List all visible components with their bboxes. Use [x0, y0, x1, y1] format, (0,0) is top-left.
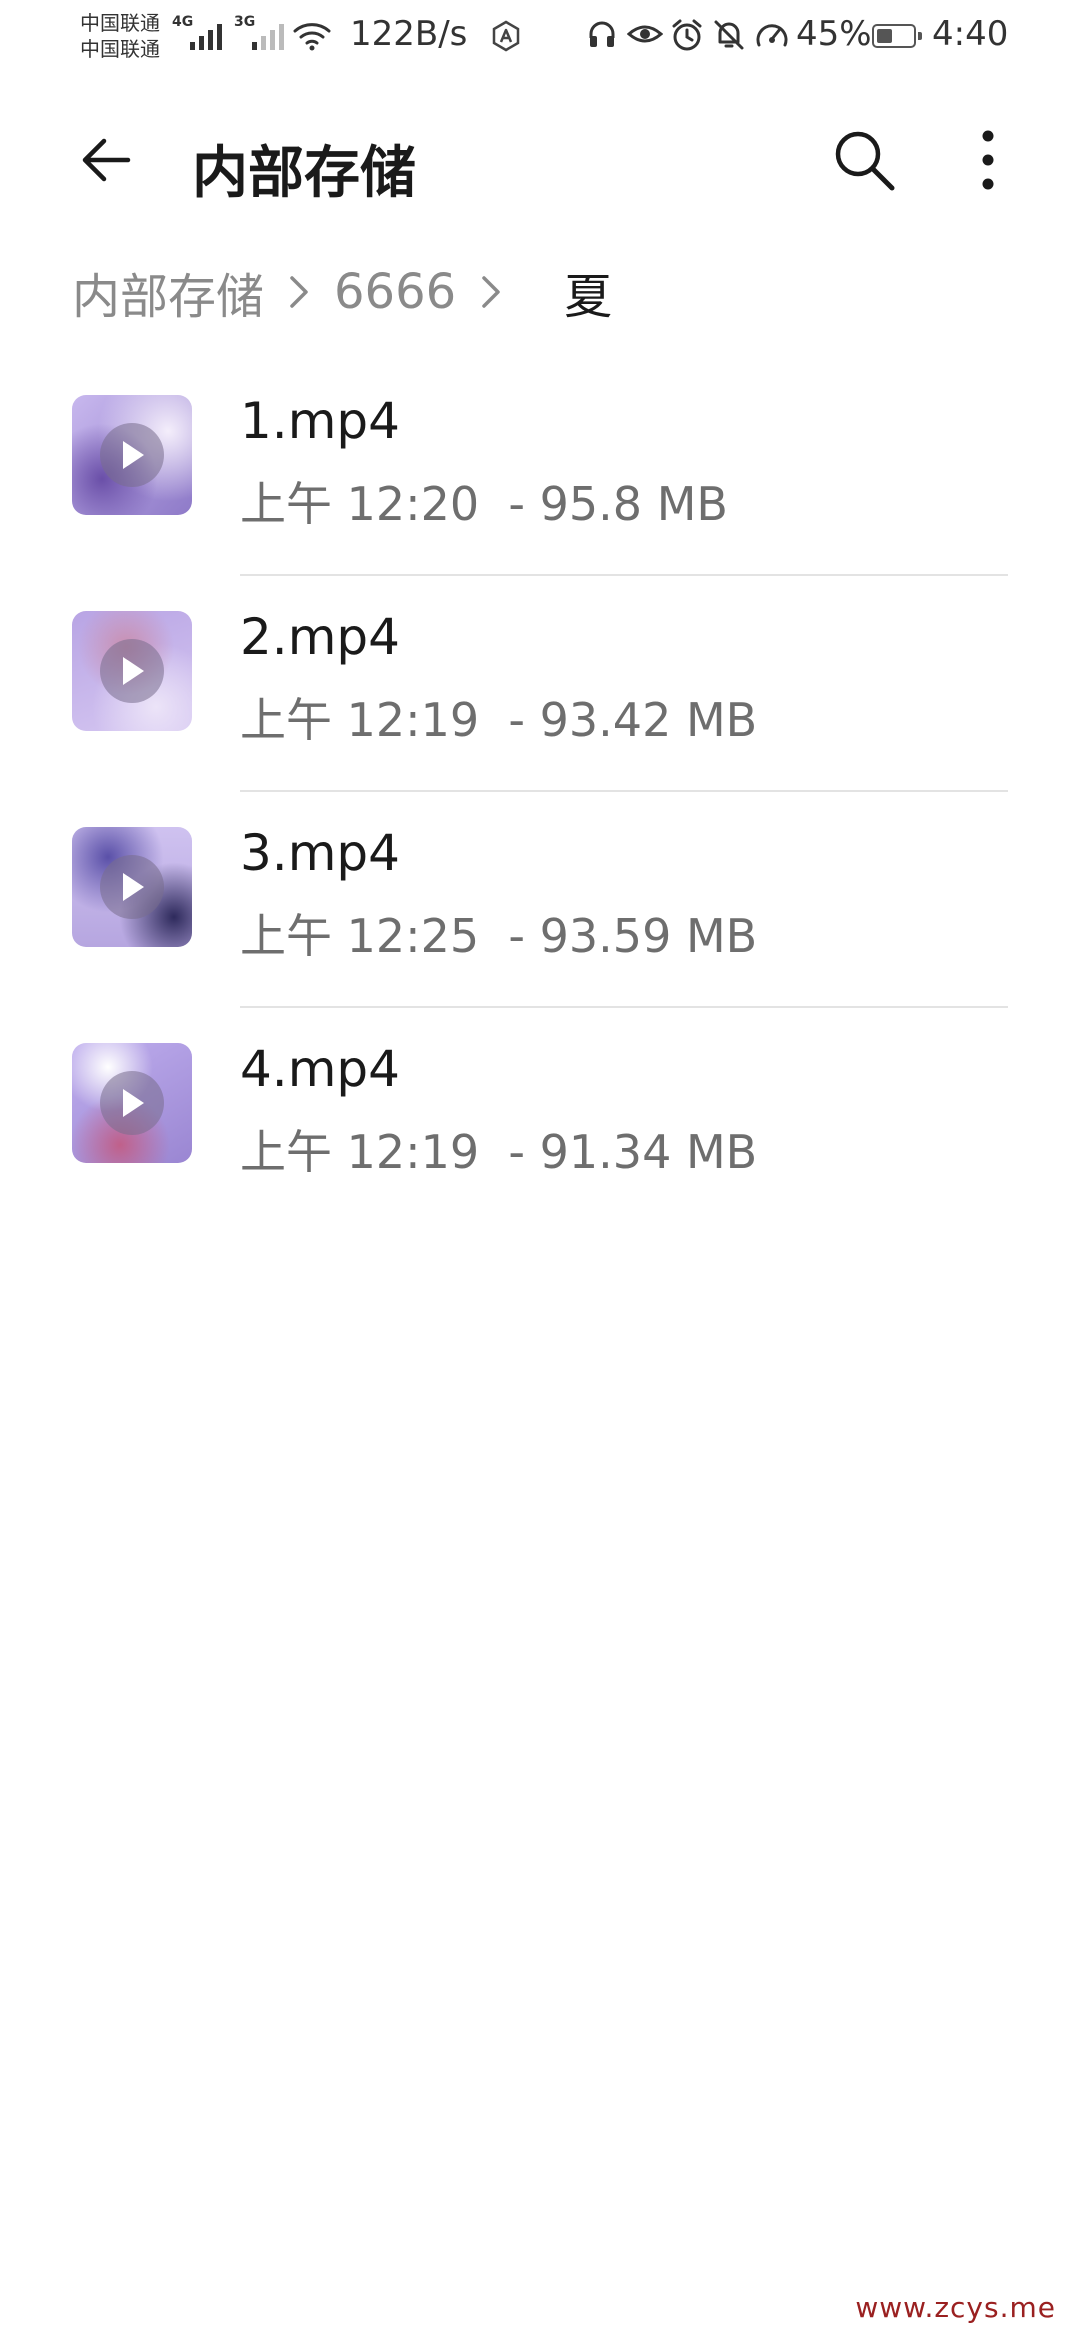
file-meta: 上午 12:25 - 93.59 MB	[240, 909, 758, 963]
chevron-right-icon	[480, 272, 502, 312]
battery-icon	[872, 24, 922, 48]
carrier-2: 中国联通	[80, 37, 160, 61]
file-name: 2.mp4	[240, 608, 400, 666]
alarm-icon	[672, 19, 702, 51]
speed-icon	[756, 24, 788, 47]
file-list: 1.mp4 上午 12:20 - 95.8 MB 2.mp4 上午 12:19 …	[0, 360, 1080, 1224]
carrier-1: 中国联通	[80, 11, 160, 35]
play-icon	[100, 639, 164, 703]
file-meta: 上午 12:19 - 93.42 MB	[240, 693, 758, 747]
chevron-right-icon	[288, 272, 310, 312]
play-icon	[100, 1071, 164, 1135]
breadcrumb-current: 夏	[564, 269, 613, 325]
breadcrumb-item-6666[interactable]: 6666	[334, 264, 456, 320]
file-name: 1.mp4	[240, 392, 400, 450]
headphones-icon	[589, 21, 615, 47]
nfc-icon	[492, 20, 520, 52]
file-name: 4.mp4	[240, 1040, 400, 1098]
file-name: 3.mp4	[240, 824, 400, 882]
file-row[interactable]: 3.mp4 上午 12:25 - 93.59 MB	[0, 792, 1080, 1008]
search-icon	[835, 131, 895, 191]
battery-percent: 45%	[796, 14, 872, 54]
arrow-left-icon	[82, 138, 131, 182]
search-button[interactable]	[824, 120, 904, 200]
video-thumbnail	[72, 827, 192, 947]
file-row[interactable]: 2.mp4 上午 12:19 - 93.42 MB	[0, 576, 1080, 792]
status-bar: 中国联通 中国联通 4G 3G 122B/s 45% 4:40	[0, 0, 1080, 72]
network-speed: 122B/s	[350, 14, 468, 54]
file-row[interactable]: 1.mp4 上午 12:20 - 95.8 MB	[0, 360, 1080, 576]
title-bar: 内部存储	[0, 110, 1080, 210]
file-meta: 上午 12:20 - 95.8 MB	[240, 477, 728, 531]
play-icon	[100, 423, 164, 487]
more-options-button[interactable]	[948, 120, 1028, 200]
video-thumbnail	[72, 611, 192, 731]
watermark: www.zcys.me	[855, 2291, 1056, 2324]
carrier-labels: 中国联通 中国联通	[80, 10, 160, 62]
back-button[interactable]	[66, 120, 146, 200]
video-thumbnail	[72, 395, 192, 515]
eye-icon	[627, 25, 663, 43]
breadcrumb-item-internal-storage[interactable]: 内部存储	[72, 257, 264, 327]
clock: 4:40	[932, 14, 1009, 54]
more-vertical-icon	[982, 130, 994, 190]
battery-fill	[877, 29, 892, 43]
wifi-icon	[293, 23, 331, 51]
mute-bell-icon	[714, 20, 744, 50]
file-row[interactable]: 4.mp4 上午 12:19 - 91.34 MB	[0, 1008, 1080, 1224]
play-icon	[100, 855, 164, 919]
video-thumbnail	[72, 1043, 192, 1163]
file-meta: 上午 12:19 - 91.34 MB	[240, 1125, 758, 1179]
breadcrumb: 内部存储 6666 夏	[72, 262, 612, 325]
page-title: 内部存储	[192, 141, 416, 206]
